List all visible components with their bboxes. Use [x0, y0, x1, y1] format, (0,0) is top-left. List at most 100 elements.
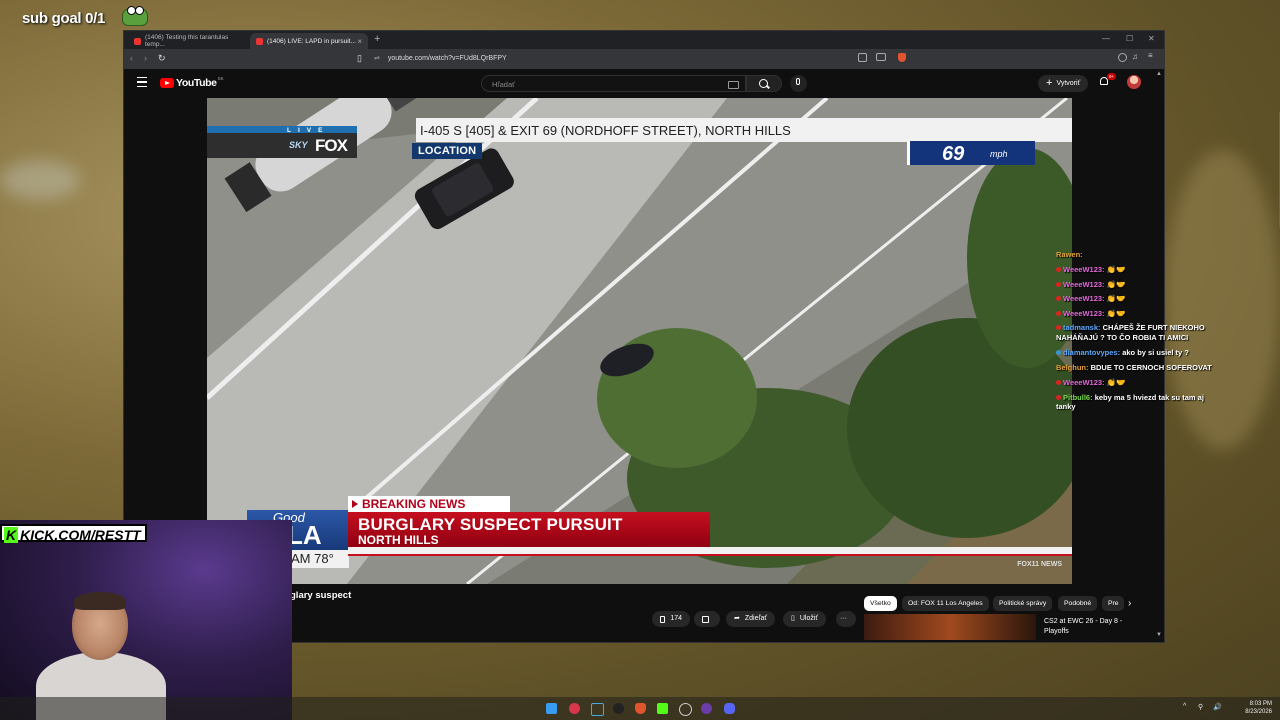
- create-button[interactable]: + Vytvoriť: [1038, 75, 1089, 92]
- save-label: Uložiť: [799, 615, 819, 622]
- new-tab-button[interactable]: +: [374, 33, 380, 45]
- pin-app-icon[interactable]: [569, 703, 580, 714]
- chevron-right-icon[interactable]: ›: [1128, 598, 1131, 609]
- kick-brand-tag: K KICK.COM/RESTT: [0, 524, 147, 543]
- settings-gear-icon[interactable]: [679, 703, 692, 716]
- chip-from-fox11[interactable]: Od: FOX 11 Los Angeles: [902, 596, 989, 611]
- subheadline-text: NORTH HILLS: [358, 533, 439, 547]
- tab-label: (1406) LIVE: LAPD in pursuit...: [267, 37, 356, 45]
- reload-icon[interactable]: ↻: [158, 53, 166, 64]
- tray-chevron-icon[interactable]: ^: [1183, 703, 1186, 710]
- chip-political-news[interactable]: Politické správy: [993, 596, 1053, 611]
- voice-search-button[interactable]: [790, 75, 807, 92]
- video-player[interactable]: LIVE SKY FOX I-405 S [405] & EXIT 69 (NO…: [207, 98, 1072, 584]
- breaking-news-label: BREAKING NEWS: [348, 496, 510, 512]
- translate-icon[interactable]: [858, 53, 867, 62]
- media-icon[interactable]: ♫: [1132, 52, 1142, 62]
- extensions-icon[interactable]: [1118, 53, 1127, 62]
- volume-icon[interactable]: 🔊: [1213, 703, 1222, 711]
- chat-username: tadmansk:: [1063, 323, 1101, 332]
- weather-text: AM 78°: [291, 551, 334, 566]
- search-box: [481, 75, 746, 92]
- more-icon: ···: [840, 615, 847, 622]
- chat-message: WeeeW123: 👏🤝: [1056, 265, 1221, 275]
- brave-browser-icon[interactable]: [635, 703, 646, 714]
- weather-readout: AM 78°: [291, 550, 349, 568]
- app-arrow-icon[interactable]: [613, 703, 624, 714]
- notification-badge: 9+: [1107, 73, 1117, 80]
- chat-message: diamantovypes: ako by si usiel ty ?: [1056, 348, 1221, 358]
- chip-for-you[interactable]: Pre: [1102, 596, 1124, 611]
- more-actions-button[interactable]: ···: [836, 611, 856, 627]
- scroll-up-icon[interactable]: ▲: [1156, 71, 1162, 77]
- chat-text: 👏🤝: [1106, 308, 1126, 318]
- chat-message: WeeeW123: 👏🤝: [1056, 309, 1221, 319]
- tab-tarantula[interactable]: (1406) Testing this tarantulas temp...: [128, 33, 248, 49]
- chip-similar[interactable]: Podobné: [1058, 596, 1098, 611]
- recommended-thumbnail[interactable]: [864, 614, 1036, 640]
- system-clock[interactable]: 8:03 PM 8/23/2026: [1240, 700, 1272, 716]
- site-info-icon[interactable]: ⇌: [374, 55, 380, 62]
- chat-message: Belghun: BDUE TO CERNOCH SOFEROVAT: [1056, 363, 1221, 373]
- like-button[interactable]: 174: [652, 611, 690, 627]
- youtube-logo[interactable]: YouTube SK: [160, 75, 224, 89]
- keyboard-icon[interactable]: [728, 81, 739, 89]
- close-window-button[interactable]: ✕: [1148, 34, 1155, 43]
- play-triangle-icon: [352, 500, 358, 508]
- youtube-wordmark: YouTube: [176, 77, 217, 89]
- save-button[interactable]: ▯ Uložiť: [783, 611, 827, 627]
- chat-text: 👏🤝: [1106, 294, 1126, 303]
- scroll-down-icon[interactable]: ▼: [1156, 632, 1162, 638]
- avatar[interactable]: [1127, 75, 1141, 89]
- windows-start-icon[interactable]: [546, 703, 557, 714]
- headline-text: BURGLARY SUSPECT PURSUIT: [358, 515, 623, 534]
- badge-icon: [1056, 296, 1061, 301]
- badge-icon: [1056, 281, 1061, 287]
- microphone-icon: [796, 78, 800, 85]
- discord-icon[interactable]: [724, 703, 735, 714]
- network-icon[interactable]: ⚲: [1198, 703, 1203, 711]
- chat-text: 👏🤝: [1106, 377, 1126, 387]
- obs-app-icon[interactable]: [701, 703, 712, 714]
- chat-message: WeeeW123: 👏🤝: [1056, 280, 1221, 290]
- chat-username: WeeeW123:: [1063, 308, 1105, 318]
- chat-text: 👏🤝: [1106, 279, 1126, 289]
- search-button[interactable]: [746, 75, 782, 92]
- youtube-favicon-icon: [134, 37, 141, 45]
- chat-message: Rawen:: [1056, 250, 1221, 260]
- speed-value: 69: [942, 143, 965, 165]
- kick-app-icon[interactable]: [657, 703, 668, 714]
- thumbs-down-icon: [702, 615, 709, 623]
- maximize-button[interactable]: ☐: [1126, 34, 1133, 43]
- minimize-button[interactable]: —: [1102, 34, 1110, 43]
- kick-brand-text: KICK.COM/RESTT: [20, 527, 141, 543]
- chat-username: Pitbull6:: [1063, 392, 1093, 402]
- brave-shield-icon[interactable]: [898, 53, 906, 62]
- screen-icon[interactable]: [876, 53, 886, 61]
- close-tab-icon[interactable]: ×: [357, 37, 362, 46]
- tab-lapd-pursuit[interactable]: (1406) LIVE: LAPD in pursuit... ×: [250, 33, 368, 49]
- bookmark-icon[interactable]: ▯: [357, 53, 362, 64]
- recommended-title[interactable]: CS2 at EWC 26 - Day 8 - Playoffs: [1044, 617, 1144, 637]
- youtube-header: YouTube SK + Vytvoriť 9+: [124, 69, 1164, 97]
- menu-hamburger-icon[interactable]: [137, 77, 147, 87]
- badge-icon: [1056, 310, 1061, 316]
- badge-icon: [1056, 349, 1061, 355]
- la-text: LA: [287, 520, 322, 550]
- youtube-play-icon: [160, 78, 174, 88]
- headline-banner: BURGLARY SUSPECT PURSUIT NORTH HILLS: [348, 512, 710, 548]
- chip-all[interactable]: Všetko: [864, 596, 897, 611]
- back-icon[interactable]: ‹: [130, 53, 133, 63]
- chat-text: ako by si usiel ty ?: [1122, 347, 1189, 357]
- ticker-bar: [712, 547, 1072, 556]
- country-code: SK: [217, 75, 224, 81]
- search-input[interactable]: [490, 77, 714, 92]
- snipping-tool-icon[interactable]: [591, 703, 604, 716]
- kick-logo-icon: K: [4, 527, 19, 543]
- search-icon: [759, 79, 768, 88]
- forward-icon[interactable]: ›: [144, 53, 147, 63]
- dislike-button[interactable]: [694, 611, 720, 627]
- badge-icon: [1056, 325, 1061, 330]
- share-button[interactable]: ➦ Zdieľať: [726, 611, 776, 627]
- menu-icon[interactable]: ≡: [1148, 51, 1158, 61]
